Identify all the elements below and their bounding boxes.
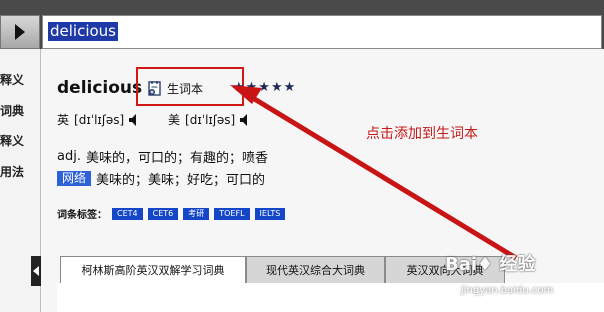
tab-modern-dictionary[interactable]: 现代英汉综合大词典 [246, 256, 385, 283]
tag-badge[interactable]: CET6 [147, 207, 179, 220]
tag-badge[interactable]: IELTS [254, 207, 286, 220]
headword: delicious [57, 78, 143, 98]
search-input[interactable]: delicious [42, 15, 602, 49]
definition-text: 美味的，可口的；有趣的；喷香 [85, 151, 268, 166]
uk-phonetic: [dɪˈlɪʃəs] [74, 112, 125, 127]
annotation-text: 点击添加到生词本 [366, 126, 478, 142]
us-pronunciation: 美 [dɪˈlɪʃəs] [168, 111, 250, 128]
watermark-logo: Bai♦ 经验 [445, 254, 536, 275]
notebook-add-icon [147, 80, 163, 96]
sidebar-item-2[interactable]: 词典 [0, 102, 24, 119]
web-definition-row: 网络 美味的；美味；好吃；可口的 [57, 169, 265, 188]
uk-label: 英 [57, 113, 70, 127]
chevron-right-icon [15, 24, 25, 40]
web-badge: 网络 [57, 171, 92, 186]
add-to-vocab-button[interactable]: 生词本 [147, 78, 203, 98]
tag-badge[interactable]: 考研 [183, 207, 210, 220]
tab-collins[interactable]: 柯林斯高阶英汉双解学习词典 [60, 256, 246, 284]
sidebar-item-3[interactable]: 释义 [0, 132, 24, 149]
us-label: 美 [168, 113, 181, 127]
part-of-speech: adj. [57, 149, 81, 164]
definition-row: adj. 美味的，可口的；有趣的；喷香 [57, 147, 268, 166]
speaker-icon[interactable] [129, 113, 139, 126]
sidebar-item-1[interactable]: 释义 [0, 71, 24, 88]
tags-row: 词条标签： CET4 CET6 考研 TOEFL IELTS [57, 206, 286, 221]
frequency-stars: ★★★★★ [233, 80, 297, 95]
uk-pronunciation: 英 [dɪˈlɪʃəs] [57, 111, 139, 128]
tag-badge[interactable]: CET4 [112, 207, 143, 220]
tag-badge[interactable]: TOEFL [214, 207, 250, 220]
speaker-icon[interactable] [240, 113, 250, 126]
top-toolbar: delicious [0, 0, 604, 49]
us-phonetic: [dɪˈlɪʃəs] [185, 112, 236, 127]
sidebar-item-4[interactable]: 用法 [0, 163, 24, 180]
collapse-sidebar-button[interactable] [31, 256, 41, 286]
search-text: delicious [48, 22, 118, 41]
web-definition-text: 美味的；美味；好吃；可口的 [96, 173, 266, 188]
go-button[interactable] [0, 15, 40, 49]
tags-label: 词条标签： [57, 210, 107, 221]
watermark-url: jingyan.baidu.com [461, 285, 554, 296]
add-to-vocab-label: 生词本 [167, 81, 204, 96]
